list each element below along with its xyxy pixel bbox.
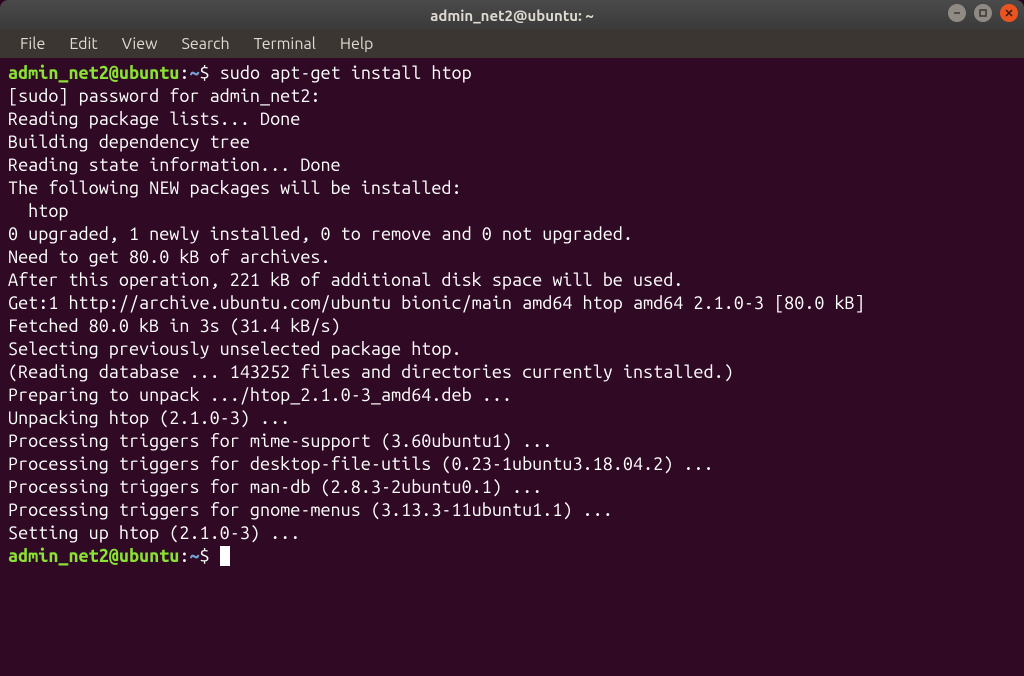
- output-line: Fetched 80.0 kB in 3s (31.4 kB/s): [8, 316, 341, 336]
- output-line: Processing triggers for gnome-menus (3.1…: [8, 500, 613, 520]
- prompt-sign: $: [200, 63, 220, 83]
- output-line: [sudo] password for admin_net2:: [8, 86, 320, 106]
- output-line: Processing triggers for desktop-file-uti…: [8, 454, 714, 474]
- close-button[interactable]: [1000, 4, 1018, 22]
- prompt-userhost: admin_net2@ubuntu: [8, 546, 179, 566]
- prompt-path: ~: [189, 546, 199, 566]
- output-line: (Reading database ... 143252 files and d…: [8, 362, 734, 382]
- command-text: sudo apt-get install htop: [220, 63, 472, 83]
- output-line: Building dependency tree: [8, 132, 250, 152]
- menu-search[interactable]: Search: [172, 33, 240, 55]
- output-line: Processing triggers for man-db (2.8.3-2u…: [8, 477, 542, 497]
- menu-view[interactable]: View: [112, 33, 168, 55]
- prompt-sign: $: [200, 546, 220, 566]
- output-line: After this operation, 221 kB of addition…: [8, 270, 683, 290]
- prompt-colon: :: [179, 63, 189, 83]
- window-controls: [948, 4, 1018, 22]
- output-line: Reading state information... Done: [8, 155, 341, 175]
- menubar: File Edit View Search Terminal Help: [0, 30, 1024, 58]
- output-line: Unpacking htop (2.1.0-3) ...: [8, 408, 290, 428]
- output-line: 0 upgraded, 1 newly installed, 0 to remo…: [8, 224, 633, 244]
- maximize-button[interactable]: [974, 4, 992, 22]
- menu-edit[interactable]: Edit: [59, 33, 107, 55]
- output-line: Need to get 80.0 kB of archives.: [8, 247, 331, 267]
- output-line: Selecting previously unselected package …: [8, 339, 462, 359]
- minimize-button[interactable]: [948, 4, 966, 22]
- terminal-area[interactable]: admin_net2@ubuntu:~$ sudo apt-get instal…: [0, 58, 1024, 676]
- output-line: Processing triggers for mime-support (3.…: [8, 431, 552, 451]
- prompt-path: ~: [189, 63, 199, 83]
- titlebar: admin_net2@ubuntu: ~: [0, 0, 1024, 30]
- menu-help[interactable]: Help: [330, 33, 384, 55]
- window-title: admin_net2@ubuntu: ~: [430, 7, 594, 24]
- prompt-colon: :: [179, 546, 189, 566]
- terminal-window: admin_net2@ubuntu: ~ File Edit View Sear…: [0, 0, 1024, 676]
- output-line: Setting up htop (2.1.0-3) ...: [8, 523, 300, 543]
- menu-terminal[interactable]: Terminal: [244, 33, 326, 55]
- prompt-userhost: admin_net2@ubuntu: [8, 63, 179, 83]
- cursor: [220, 546, 230, 566]
- output-line: htop: [8, 201, 69, 221]
- output-line: Preparing to unpack .../htop_2.1.0-3_amd…: [8, 385, 512, 405]
- output-line: Get:1 http://archive.ubuntu.com/ubuntu b…: [8, 293, 865, 313]
- output-line: Reading package lists... Done: [8, 109, 300, 129]
- menu-file[interactable]: File: [10, 33, 55, 55]
- output-line: The following NEW packages will be insta…: [8, 178, 462, 198]
